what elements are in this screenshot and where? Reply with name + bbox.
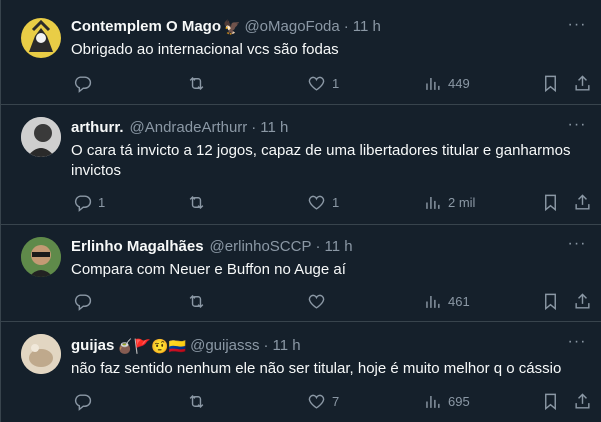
bookmark-icon bbox=[545, 194, 556, 211]
like-icon bbox=[308, 195, 325, 210]
more-icon[interactable]: ··· bbox=[567, 117, 587, 138]
tweet[interactable]: Contemplem O Mago 🦅 @oMagoFoda · 11 h ··… bbox=[1, 0, 601, 105]
tweet-header: Contemplem O Mago 🦅 @oMagoFoda · 11 h bbox=[71, 17, 381, 37]
bookmark-icon bbox=[545, 393, 556, 410]
views-count: 2 mil bbox=[448, 194, 476, 210]
avatar[interactable] bbox=[21, 18, 61, 58]
bookmark-icon bbox=[545, 293, 556, 310]
like-icon bbox=[308, 294, 325, 309]
views-button[interactable]: 2 mil bbox=[423, 192, 475, 212]
bookmark-icon bbox=[545, 75, 556, 92]
like-button[interactable] bbox=[307, 291, 332, 311]
tweet-header: guijas 🧉🚩🤨🇨🇴 @guijasss · 11 h bbox=[71, 336, 301, 356]
reply-icon bbox=[74, 393, 92, 411]
action-bar: 1 1 2 mil bbox=[71, 192, 590, 212]
reply-button[interactable] bbox=[73, 291, 98, 311]
views-icon bbox=[426, 295, 440, 308]
tweet-text: O cara tá invicto a 12 jogos, capaz de u… bbox=[71, 142, 571, 179]
views-button[interactable]: 695 bbox=[423, 391, 470, 411]
share-button[interactable] bbox=[573, 73, 592, 93]
retweet-icon bbox=[189, 76, 204, 90]
tweet-text: não faz sentido nenhum ele não ser titul… bbox=[71, 360, 562, 377]
timestamp[interactable]: 11 h bbox=[324, 237, 352, 257]
user-handle[interactable]: @oMagoFoda bbox=[244, 17, 339, 37]
views-count: 695 bbox=[448, 393, 470, 409]
retweet-button[interactable] bbox=[187, 391, 212, 411]
tweet-header: arthurr. @AndradeArthurr · 11 h bbox=[71, 118, 288, 138]
views-icon bbox=[426, 196, 440, 209]
more-icon[interactable]: ··· bbox=[567, 17, 587, 38]
share-icon bbox=[575, 392, 590, 409]
views-icon bbox=[426, 395, 440, 408]
display-name[interactable]: Erlinho Magalhães bbox=[71, 237, 204, 257]
share-icon bbox=[575, 74, 590, 91]
share-button[interactable] bbox=[573, 192, 592, 212]
display-name[interactable]: Contemplem O Mago bbox=[71, 17, 221, 37]
views-count: 461 bbox=[448, 293, 470, 309]
bookmark-button[interactable] bbox=[541, 291, 560, 311]
avatar[interactable] bbox=[21, 117, 61, 157]
separator-dot: · bbox=[263, 337, 269, 354]
tweet-header: Erlinho Magalhães @erlinhoSCCP · 11 h bbox=[71, 237, 353, 257]
timestamp[interactable]: 11 h bbox=[353, 17, 381, 37]
user-handle[interactable]: @erlinhoSCCP bbox=[210, 237, 312, 257]
more-icon[interactable]: ··· bbox=[567, 236, 587, 257]
views-icon bbox=[426, 77, 440, 90]
like-icon bbox=[308, 394, 325, 409]
bookmark-button[interactable] bbox=[541, 192, 560, 212]
bookmark-button[interactable] bbox=[541, 391, 560, 411]
share-icon bbox=[575, 193, 590, 210]
name-emoji: 🦅 bbox=[223, 19, 241, 35]
reply-icon bbox=[74, 75, 92, 93]
bookmark-button[interactable] bbox=[541, 73, 560, 93]
like-count: 1 bbox=[332, 75, 340, 91]
tweet-text: Obrigado ao internacional vcs são fodas bbox=[71, 41, 339, 58]
share-icon bbox=[575, 292, 590, 309]
retweet-button[interactable] bbox=[187, 73, 212, 93]
like-button[interactable]: 1 bbox=[307, 73, 339, 93]
user-handle[interactable]: @guijasss bbox=[190, 336, 259, 356]
display-name[interactable]: arthurr. bbox=[71, 118, 124, 138]
like-count: 7 bbox=[332, 393, 340, 409]
like-button[interactable]: 1 bbox=[307, 192, 339, 212]
reply-button[interactable]: 1 bbox=[73, 192, 105, 212]
views-count: 449 bbox=[448, 75, 470, 91]
action-bar: 7 695 bbox=[71, 391, 590, 411]
retweet-icon bbox=[189, 394, 204, 408]
name-emoji: 🧉🚩🤨🇨🇴 bbox=[116, 338, 187, 354]
reply-button[interactable] bbox=[73, 391, 98, 411]
separator-dot: · bbox=[343, 18, 349, 35]
reply-icon bbox=[74, 293, 92, 311]
separator-dot: · bbox=[251, 119, 257, 136]
display-name[interactable]: guijas bbox=[71, 336, 114, 356]
reply-icon bbox=[74, 194, 92, 212]
retweet-button[interactable] bbox=[187, 192, 212, 212]
avatar[interactable] bbox=[21, 237, 61, 277]
avatar[interactable] bbox=[21, 334, 61, 374]
reply-count: 1 bbox=[98, 194, 106, 210]
reply-feed: Contemplem O Mago 🦅 @oMagoFoda · 11 h ··… bbox=[0, 0, 601, 422]
views-button[interactable]: 449 bbox=[423, 73, 470, 93]
tweet[interactable]: Erlinho Magalhães @erlinhoSCCP · 11 h ··… bbox=[1, 225, 601, 322]
share-button[interactable] bbox=[573, 391, 592, 411]
timestamp[interactable]: 11 h bbox=[260, 118, 288, 138]
tweet[interactable]: arthurr. @AndradeArthurr · 11 h ··· O ca… bbox=[1, 105, 601, 225]
reply-button[interactable] bbox=[73, 73, 98, 93]
retweet-icon bbox=[189, 294, 204, 308]
action-bar: 1 449 bbox=[71, 73, 590, 93]
like-button[interactable]: 7 bbox=[307, 391, 339, 411]
like-count: 1 bbox=[332, 194, 340, 210]
user-handle[interactable]: @AndradeArthurr bbox=[130, 118, 248, 138]
action-bar: 461 bbox=[71, 291, 590, 311]
timestamp[interactable]: 11 h bbox=[273, 336, 301, 356]
separator-dot: · bbox=[315, 238, 321, 255]
tweet-text: Compara com Neuer e Buffon no Auge aí bbox=[71, 261, 346, 278]
retweet-button[interactable] bbox=[187, 291, 212, 311]
views-button[interactable]: 461 bbox=[423, 291, 470, 311]
tweet[interactable]: guijas 🧉🚩🤨🇨🇴 @guijasss · 11 h ··· não fa… bbox=[1, 322, 601, 422]
like-icon bbox=[308, 76, 325, 91]
retweet-icon bbox=[189, 195, 204, 209]
share-button[interactable] bbox=[573, 291, 592, 311]
more-icon[interactable]: ··· bbox=[567, 334, 587, 355]
